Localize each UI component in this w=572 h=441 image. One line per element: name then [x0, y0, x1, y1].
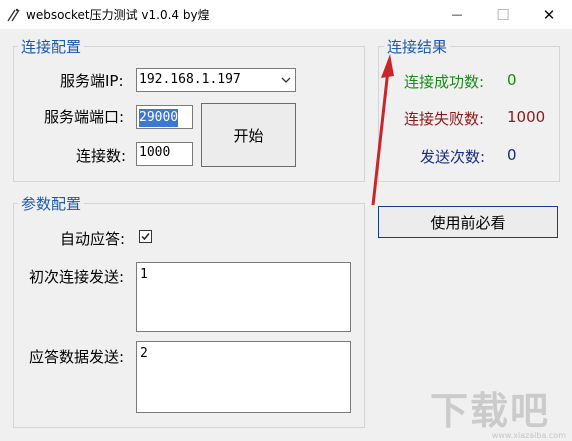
close-icon: ✕: [542, 5, 556, 24]
chevron-down-icon: [281, 77, 291, 83]
server-port-label: 服务端端口:: [44, 108, 125, 126]
checkmark-icon: [141, 233, 150, 241]
fail-count-value: 1000: [507, 108, 546, 126]
first-send-label: 初次连接发送:: [29, 268, 125, 286]
read-before-use-button[interactable]: 使用前必看: [378, 206, 558, 238]
auto-reply-label: 自动应答:: [60, 230, 126, 248]
reply-data-label: 应答数据发送:: [29, 348, 125, 366]
watermark-text: 下载吧: [430, 389, 551, 433]
success-count-label: 连接成功数:: [404, 73, 485, 91]
first-send-value: 1: [140, 267, 148, 282]
first-send-textarea[interactable]: 1: [136, 262, 351, 332]
maximize-icon: ☐: [496, 5, 510, 24]
success-count-value: 0: [507, 71, 517, 89]
reply-data-value: 2: [140, 346, 148, 361]
connections-label: 连接数:: [76, 147, 127, 165]
connection-config-title: 连接配置: [18, 36, 85, 57]
connections-value: 1000: [139, 145, 171, 160]
send-count-value: 0: [507, 146, 517, 164]
watermark-logo: 下载吧 www.xiazaiba.com: [430, 380, 570, 440]
auto-reply-checkbox[interactable]: [139, 230, 152, 243]
connections-input[interactable]: 1000: [136, 142, 193, 166]
send-count-label: 发送次数:: [420, 148, 486, 166]
watermark-url: www.xiazaiba.com: [491, 431, 566, 440]
window-title: websocket压力测试 v1.0.4 by煌: [26, 8, 210, 22]
server-ip-label: 服务端IP:: [60, 72, 124, 90]
server-ip-value: 192.168.1.197: [139, 72, 241, 87]
title-bar: websocket压力测试 v1.0.4 by煌 — ☐ ✕: [0, 0, 572, 29]
param-config-title: 参数配置: [18, 193, 85, 214]
server-port-input[interactable]: 29000: [136, 105, 193, 129]
app-icon: [7, 8, 20, 22]
start-button[interactable]: 开始: [201, 103, 296, 167]
minimize-button[interactable]: —: [434, 0, 480, 29]
minimize-icon: —: [451, 8, 463, 21]
maximize-button[interactable]: ☐: [480, 0, 526, 29]
close-button[interactable]: ✕: [526, 0, 572, 29]
annotation-arrow: [371, 54, 394, 206]
fail-count-label: 连接失败数:: [404, 110, 485, 128]
server-port-value: 29000: [139, 109, 179, 127]
server-ip-select[interactable]: 192.168.1.197: [136, 68, 296, 92]
reply-data-textarea[interactable]: 2: [136, 341, 351, 413]
